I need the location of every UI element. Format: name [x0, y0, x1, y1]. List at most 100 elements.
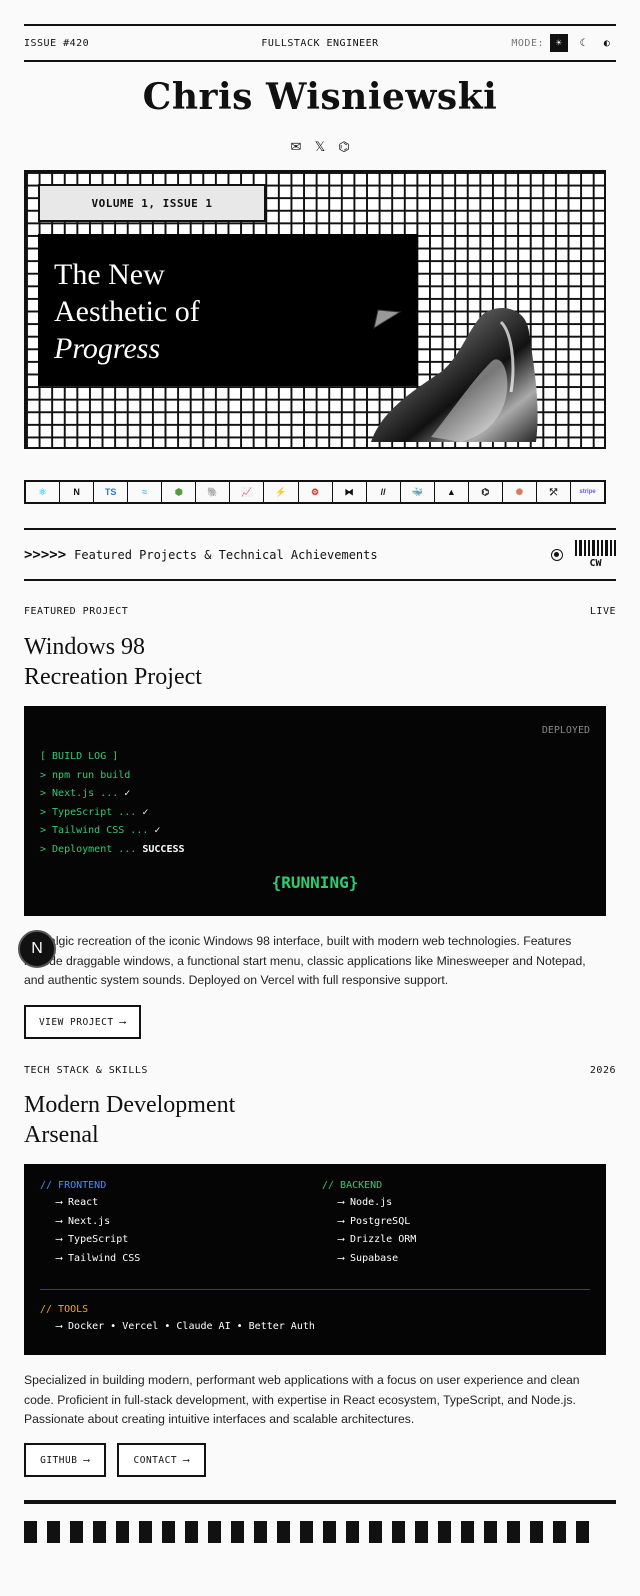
nextjs-icon: N [73, 487, 80, 497]
headline-line-3: Progress [54, 332, 161, 365]
role-title: FULLSTACK ENGINEER [261, 37, 379, 49]
github-icon[interactable]: ⌬ [337, 139, 351, 154]
build-step: > Deployment ... SUCCESS [40, 843, 185, 855]
project-title: Windows 98 Recreation Project [24, 632, 202, 692]
top-bar: ISSUE #420 FULLSTACK ENGINEER MODE: ☀ ☾ … [24, 24, 616, 62]
react-icon: ⚛ [38, 486, 47, 497]
stripe-block [484, 1521, 497, 1543]
tech-stack-panel: // FRONTEND ⟶ React ⟶ Next.js ⟶ TypeScri… [24, 1164, 606, 1355]
stripe-block [369, 1521, 382, 1543]
nodejs-icon: ⬢ [174, 486, 183, 497]
stripe-block [231, 1521, 244, 1543]
list-item: ⟶ PostgreSQL [338, 1215, 411, 1227]
stripe-block [24, 1521, 37, 1543]
tech-logo-cell: 📈 [230, 482, 265, 502]
volume-label: VOLUME 1, ISSUE 1 [38, 184, 266, 222]
tech-logo-cell: ⚛ [26, 482, 61, 502]
github-button[interactable]: GITHUB ⟶ [24, 1443, 106, 1477]
railway-icon: ⤱ [549, 486, 558, 497]
stripe-block [530, 1521, 543, 1543]
running-status: {RUNNING} [271, 873, 359, 892]
stripe-block [461, 1521, 474, 1543]
tech-logo-strip: ⚛ N TS ≈ ⬢ 🐘 📈 ⚡ ⚙ ⧓ // 🐳 ▲ ⌬ ✺ ⤱ stripe [24, 480, 606, 504]
slash-icon: // [380, 487, 386, 497]
vercel-icon: ▲ [446, 487, 456, 497]
tech-logo-cell: ⚡ [264, 482, 299, 502]
banner-text: Featured Projects & Technical Achievemen… [74, 547, 378, 562]
footer-stripes [24, 1521, 606, 1543]
stripe-block [346, 1521, 359, 1543]
stripe-icon: stripe [579, 489, 596, 495]
list-item: ⟶ Tailwind CSS [56, 1252, 141, 1264]
stripe-block [415, 1521, 428, 1543]
social-links: ✉ 𝕏 ⌬ [0, 139, 640, 154]
tech-logo-cell: ≈ [128, 482, 163, 502]
skills-title-line-1: Modern Development [24, 1092, 236, 1118]
status-badge: LIVE [589, 606, 616, 617]
tech-logo-cell: ⤱ [537, 482, 571, 502]
contact-button[interactable]: CONTACT ⟶ [117, 1443, 206, 1477]
tech-logo-cell: ⌬ [469, 482, 503, 502]
build-step: > TypeScript ... ✓ [40, 806, 149, 818]
frontend-column: // FRONTEND ⟶ React ⟶ Next.js ⟶ TypeScri… [40, 1180, 140, 1271]
frontend-heading: // FRONTEND [40, 1180, 107, 1191]
tech-logo-cell: ✺ [503, 482, 537, 502]
radio-icon [551, 548, 563, 561]
auto-mode-icon[interactable]: ◐ [598, 34, 616, 52]
barcode-icon [575, 540, 616, 556]
project-title-line-2: Recreation Project [24, 664, 202, 690]
backend-heading: // BACKEND [322, 1180, 383, 1191]
skills-year: 2026 [589, 1065, 616, 1076]
list-item: ⟶ React [56, 1197, 99, 1208]
tech-logo-cell: 🐳 [401, 482, 435, 502]
featured-banner: >>>>> Featured Projects & Technical Achi… [24, 528, 616, 581]
stripe-block [93, 1521, 106, 1543]
mode-switcher: MODE: ☀ ☾ ◐ [511, 34, 616, 52]
build-command: > npm run build [40, 769, 131, 781]
rust-icon: ⚙ [310, 486, 320, 497]
backend-column: // BACKEND ⟶ Node.js ⟶ PostgreSQL ⟶ Driz… [322, 1180, 416, 1271]
barcode-logo: CW [575, 540, 616, 569]
headline-line-1: The New [54, 258, 165, 291]
tech-logo-cell: ⧓ [333, 482, 367, 502]
postgresql-icon: 🐘 [207, 486, 219, 497]
tools-heading: // TOOLS [40, 1304, 89, 1315]
skills-description: Specialized in building modern, performa… [24, 1373, 580, 1426]
x-icon[interactable]: 𝕏 [313, 139, 327, 154]
list-item: ⟶ Supabase [338, 1252, 399, 1264]
nextjs-dev-indicator[interactable]: N [18, 930, 56, 968]
view-project-button[interactable]: VIEW PROJECT ⟶ [24, 1005, 141, 1039]
stripe-block [185, 1521, 198, 1543]
issue-number: ISSUE #420 [24, 37, 90, 49]
build-terminal: DEPLOYED [ BUILD LOG ] > npm run build >… [24, 706, 606, 916]
headline-line-2: Aesthetic of [54, 295, 200, 328]
stripe-block [277, 1521, 290, 1543]
claude-icon: ✺ [515, 486, 524, 497]
stripe-block [162, 1521, 175, 1543]
stripe-block [139, 1521, 152, 1543]
stripe-block [507, 1521, 520, 1543]
barcode-label: CW [589, 558, 602, 569]
build-step: > Next.js ... ✓ [40, 788, 131, 799]
stripe-block [553, 1521, 566, 1543]
page: ISSUE #420 FULLSTACK ENGINEER MODE: ☀ ☾ … [0, 0, 640, 1596]
tech-logo-cell: ⚙ [299, 482, 333, 502]
tech-logo-cell: ⬢ [162, 482, 197, 502]
skills-title-line-2: Arsenal [24, 1122, 99, 1148]
tech-logo-cell: ▲ [435, 482, 469, 502]
dark-mode-icon[interactable]: ☾ [574, 34, 592, 52]
tech-logo-cell: // [367, 482, 401, 502]
skills-label: TECH STACK & SKILLS [24, 1065, 148, 1076]
site-name: Chris Wisniewski [142, 76, 498, 118]
deployed-label: DEPLOYED [541, 725, 590, 736]
stripe-block [47, 1521, 60, 1543]
supabase-icon: ⚡ [275, 486, 287, 497]
light-mode-icon[interactable]: ☀ [550, 34, 568, 52]
mail-icon[interactable]: ✉ [289, 139, 303, 154]
tools-section: // TOOLS ⟶ Docker • Vercel • Claude AI •… [40, 1304, 315, 1332]
featured-label-row: FEATURED PROJECT LIVE [24, 606, 616, 617]
tech-logo-cell: TS [94, 482, 129, 502]
stripe-block [300, 1521, 313, 1543]
build-log-header: [ BUILD LOG ] [40, 751, 119, 762]
tech-logo-cell: stripe [571, 482, 604, 502]
